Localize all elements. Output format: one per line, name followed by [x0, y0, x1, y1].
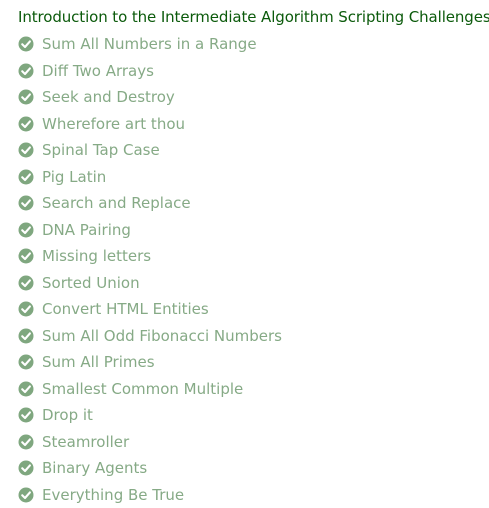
challenge-label[interactable]: Missing letters	[42, 247, 151, 265]
challenge-label[interactable]: Convert HTML Entities	[42, 300, 209, 318]
check-circle-icon	[18, 460, 34, 476]
challenge-item[interactable]: Drop it	[18, 402, 489, 429]
challenge-label[interactable]: Sorted Union	[42, 274, 140, 292]
check-circle-icon	[18, 116, 34, 132]
check-circle-icon	[18, 354, 34, 370]
check-circle-icon	[18, 275, 34, 291]
challenge-label[interactable]: Drop it	[42, 406, 93, 424]
challenge-item[interactable]: Binary Agents	[18, 455, 489, 482]
challenge-label[interactable]: Everything Be True	[42, 486, 184, 504]
challenge-item[interactable]: Sum All Primes	[18, 349, 489, 376]
challenge-item[interactable]: Sum All Odd Fibonacci Numbers	[18, 323, 489, 350]
challenge-item[interactable]: Sorted Union	[18, 270, 489, 297]
challenge-item[interactable]: Seek and Destroy	[18, 84, 489, 111]
check-circle-icon	[18, 36, 34, 52]
challenge-item[interactable]: Smallest Common Multiple	[18, 376, 489, 403]
challenge-item[interactable]: Steamroller	[18, 429, 489, 456]
check-circle-icon	[18, 328, 34, 344]
check-circle-icon	[18, 169, 34, 185]
check-circle-icon	[18, 301, 34, 317]
check-circle-icon	[18, 407, 34, 423]
check-circle-icon	[18, 63, 34, 79]
challenge-label[interactable]: Search and Replace	[42, 194, 191, 212]
challenge-item[interactable]: Everything Be True	[18, 482, 489, 508]
challenge-item[interactable]: Sum All Numbers in a Range	[18, 31, 489, 58]
challenge-item[interactable]: DNA Pairing	[18, 217, 489, 244]
challenge-item[interactable]: Spinal Tap Case	[18, 137, 489, 164]
challenge-label[interactable]: Smallest Common Multiple	[42, 380, 243, 398]
check-circle-icon	[18, 195, 34, 211]
challenge-label[interactable]: Spinal Tap Case	[42, 141, 160, 159]
challenge-label[interactable]: Sum All Primes	[42, 353, 155, 371]
check-circle-icon	[18, 487, 34, 503]
challenge-label[interactable]: Binary Agents	[42, 459, 147, 477]
challenge-label[interactable]: Steamroller	[42, 433, 129, 451]
challenge-item[interactable]: Wherefore art thou	[18, 111, 489, 138]
check-circle-icon	[18, 89, 34, 105]
challenge-label[interactable]: DNA Pairing	[42, 221, 131, 239]
section-title[interactable]: Introduction to the Intermediate Algorit…	[18, 6, 489, 28]
challenge-label[interactable]: Sum All Odd Fibonacci Numbers	[42, 327, 282, 345]
check-circle-icon	[18, 381, 34, 397]
challenge-item[interactable]: Missing letters	[18, 243, 489, 270]
check-circle-icon	[18, 142, 34, 158]
challenge-label[interactable]: Diff Two Arrays	[42, 62, 154, 80]
challenge-item[interactable]: Convert HTML Entities	[18, 296, 489, 323]
check-circle-icon	[18, 434, 34, 450]
check-circle-icon	[18, 248, 34, 264]
challenge-item[interactable]: Pig Latin	[18, 164, 489, 191]
challenge-item[interactable]: Diff Two Arrays	[18, 58, 489, 85]
challenge-label[interactable]: Wherefore art thou	[42, 115, 185, 133]
challenge-list: Sum All Numbers in a Range Diff Two Array…	[18, 31, 489, 508]
check-circle-icon	[18, 222, 34, 238]
challenge-label[interactable]: Seek and Destroy	[42, 88, 175, 106]
challenge-item[interactable]: Search and Replace	[18, 190, 489, 217]
challenge-section: Introduction to the Intermediate Algorit…	[0, 0, 489, 508]
challenge-label[interactable]: Pig Latin	[42, 168, 106, 186]
challenge-label[interactable]: Sum All Numbers in a Range	[42, 35, 257, 53]
